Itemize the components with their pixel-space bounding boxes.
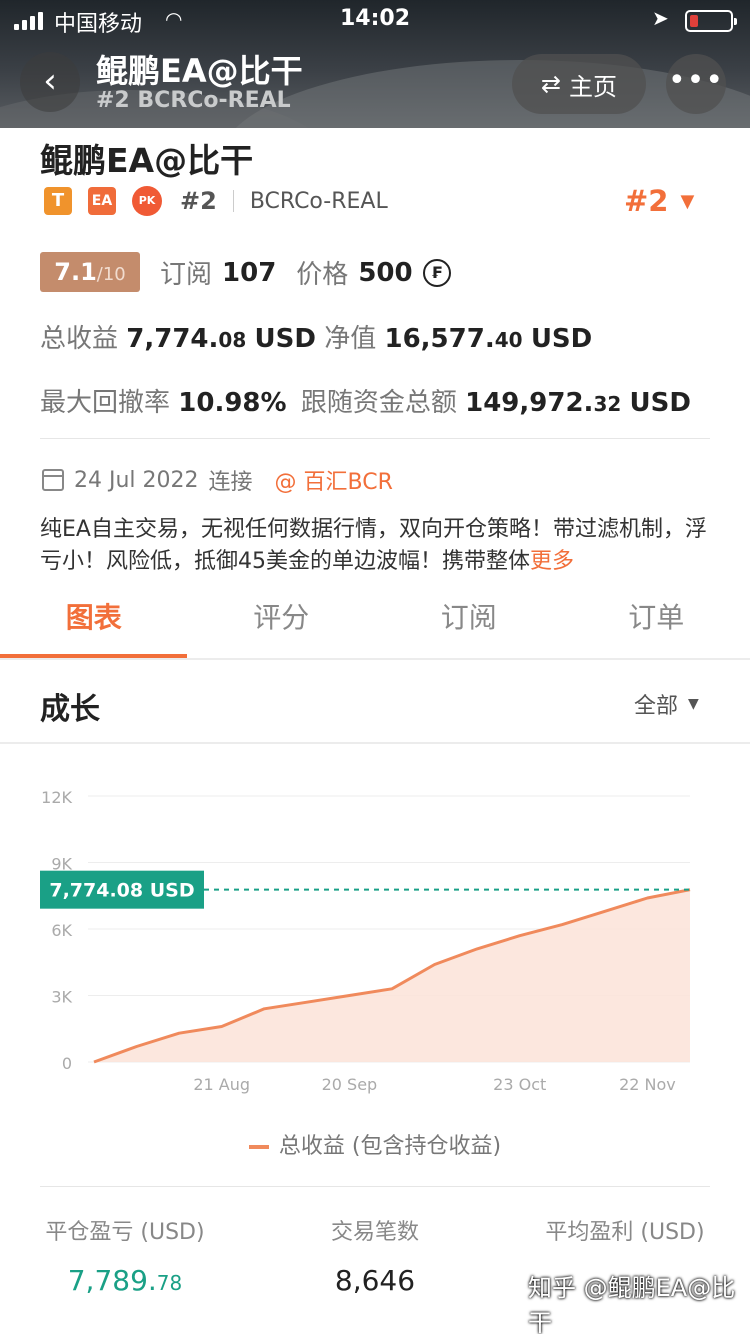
drawdown-label: 最大回撤率: [40, 388, 171, 418]
metric-value: 8,646: [334, 1264, 416, 1297]
score-denominator: /10: [96, 264, 126, 285]
chart-y-tick-label: 3K: [51, 988, 72, 1007]
follow-funds-unit: USD: [629, 388, 691, 418]
more-button[interactable]: •••: [666, 54, 726, 114]
follow-funds-value: 149,972.32: [465, 388, 622, 418]
tab-rating[interactable]: 评分: [188, 586, 376, 658]
metric-label: 平仓盈亏 (USD): [45, 1220, 205, 1245]
price-value: 500: [358, 257, 413, 288]
metric-value: 7,789.78: [67, 1264, 183, 1297]
chart-x-tick-label: 22 Nov: [619, 1075, 676, 1094]
connection-date: 24 Jul 2022: [74, 467, 199, 493]
metric-label: 交易笔数: [330, 1220, 419, 1245]
metric-label: 平均盈利 (USD): [545, 1220, 705, 1245]
more-icon: •••: [667, 63, 725, 98]
total-profit-unit: USD: [254, 324, 316, 354]
description-text: 纯EA自主交易，无视任何数据行情，双向开仓策略！带过滤机制，浮亏小！风险低，抵御…: [40, 517, 707, 574]
price-label: 价格: [296, 260, 349, 290]
clock: 14:02: [339, 6, 411, 31]
divider: [0, 742, 750, 744]
tab-subscribe[interactable]: 订阅: [375, 586, 563, 658]
divider: [232, 190, 234, 212]
battery-icon: [685, 10, 737, 32]
rank-label: #2: [180, 187, 217, 215]
chart-area-fill: [94, 889, 690, 1062]
chart-x-tick-label: 23 Oct: [493, 1075, 546, 1094]
score-badge: 7.1/10: [40, 252, 140, 292]
drawdown-follow-line: 最大回撤率 10.98% 跟随资金总额 149,972.32 USD: [40, 382, 691, 419]
tab-chart[interactable]: 图表: [0, 586, 188, 658]
metric-trade-count: 交易笔数 8,646: [250, 1214, 500, 1297]
tab-bar: 图表 评分 订阅 订单: [0, 586, 750, 658]
back-button[interactable]: ‹: [20, 52, 80, 112]
equity-unit: USD: [530, 324, 593, 354]
subscribe-count: 107: [222, 257, 277, 288]
divider: [0, 658, 750, 660]
subscribe-label: 订阅: [160, 260, 213, 290]
subscription-info: 订阅 107 价格 500 ₣: [160, 254, 451, 291]
rank-dropdown[interactable]: #2 ▼: [624, 184, 694, 218]
chevron-left-icon: ‹: [43, 61, 57, 101]
caret-down-icon: ▼: [688, 696, 699, 712]
connection-label: 连接: [208, 470, 253, 495]
divider: [40, 1186, 710, 1187]
drawdown-value: 10.98%: [178, 388, 287, 418]
chart-legend: 总收益 (包含持仓收益): [0, 1128, 750, 1160]
pk-badge-icon: PK: [132, 186, 162, 216]
equity-label: 净值: [324, 324, 377, 354]
header-subtitle: #2 BCRCo-REAL: [96, 88, 291, 113]
location-icon: ➤: [652, 6, 669, 30]
trader-badge-icon: T: [44, 187, 72, 215]
range-dropdown[interactable]: 全部 ▼: [634, 688, 699, 720]
score-value: 7.1: [54, 258, 97, 286]
connection-info: 24 Jul 2022 连接 @ 百汇BCR: [42, 464, 393, 496]
caret-down-icon: ▼: [680, 190, 695, 212]
home-button-label: 主页: [569, 72, 618, 101]
header-title: 鲲鹏EA@比干: [96, 52, 303, 90]
total-profit-label: 总收益: [40, 324, 119, 354]
calendar-icon: [42, 469, 64, 491]
chart-current-value-label: 7,774.08 USD: [49, 880, 194, 902]
section-title: 成长: [40, 692, 100, 727]
home-button[interactable]: ⇄ 主页: [512, 54, 646, 114]
rank-dropdown-label: #2: [624, 184, 669, 218]
range-dropdown-label: 全部: [634, 694, 679, 719]
watermark: 知乎 @鲲鹏EA@比干: [528, 1274, 736, 1334]
coin-icon: ₣: [422, 258, 451, 287]
strategy-name: 鲲鹏EA@比干: [40, 141, 254, 180]
chart-x-tick-label: 21 Aug: [193, 1075, 250, 1094]
equity-value: 16,577.40: [384, 324, 523, 354]
profit-equity-line: 总收益 7,774.08 USD 净值 16,577.40 USD: [40, 318, 592, 355]
broker-link[interactable]: @ 百汇BCR: [275, 464, 393, 496]
metric-closed-pnl: 平仓盈亏 (USD) 7,789.78: [0, 1214, 250, 1297]
strategy-description: 纯EA自主交易，无视任何数据行情，双向开仓策略！带过滤机制，浮亏小！风险低，抵御…: [40, 514, 720, 578]
tab-orders[interactable]: 订单: [563, 586, 750, 658]
swap-icon: ⇄: [540, 70, 562, 98]
legend-label: 总收益 (包含持仓收益): [278, 1134, 502, 1159]
chart-x-tick-label: 20 Sep: [322, 1075, 378, 1094]
chart-y-tick-label: 0: [62, 1054, 72, 1073]
follow-funds-label: 跟随资金总额: [300, 388, 457, 418]
chart-y-tick-label: 9K: [51, 855, 72, 874]
total-profit-value: 7,774.08: [126, 324, 247, 354]
ea-badge-icon: EA: [88, 187, 116, 215]
divider: [40, 438, 710, 439]
status-bar: 中国移动 ◠ 14:02 ➤: [0, 0, 750, 40]
legend-swatch: [248, 1145, 269, 1149]
app-header: 中国移动 ◠ 14:02 ➤ ‹ 鲲鹏EA@比干 #2 BCRCo-REAL ⇄…: [0, 0, 750, 128]
badge-row: T EA PK #2 BCRCo-REAL: [44, 186, 388, 216]
chart-y-tick-label: 6K: [51, 921, 72, 940]
chart-y-tick-label: 12K: [41, 788, 72, 807]
more-link[interactable]: 更多: [530, 549, 574, 574]
growth-chart[interactable]: 0 3K 6K 9K 12K 21 Aug 20 Sep 23 Oct 22 Nov 7,774.…: [0, 770, 750, 1110]
broker-label: BCRCo-REAL: [249, 188, 388, 214]
